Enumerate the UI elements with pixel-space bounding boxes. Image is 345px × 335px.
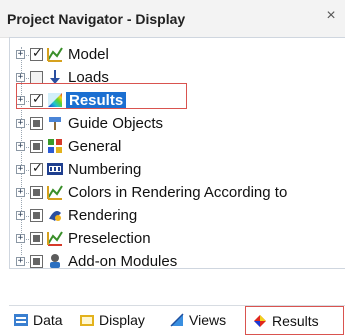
addon-modules-icon	[50, 254, 60, 268]
tree-item-colors-in-rendering[interactable]: + Colors in Rendering According to	[10, 183, 330, 205]
tab-data[interactable]: Data	[13, 310, 75, 332]
general-checkbox[interactable]	[30, 140, 43, 153]
tree-item-preselection[interactable]: + Preselection	[10, 229, 330, 251]
tab-label: Results	[272, 313, 319, 329]
preselection-checkbox[interactable]	[30, 232, 43, 245]
guide-objects-icon	[49, 117, 61, 130]
expand-icon[interactable]: +	[16, 234, 25, 243]
expand-icon[interactable]: +	[16, 142, 25, 151]
display-icon	[80, 315, 94, 326]
tab-label: Data	[33, 312, 63, 328]
tab-results[interactable]: Results	[245, 306, 344, 335]
tab-display[interactable]: Display	[79, 310, 159, 332]
data-icon	[14, 314, 28, 326]
expand-icon[interactable]: +	[16, 119, 25, 128]
preselection-icon	[47, 231, 63, 246]
close-icon[interactable]: ×	[323, 8, 339, 24]
tab-label: Views	[189, 312, 227, 328]
display-tree: + Model + Loads +	[9, 37, 345, 270]
general-icon	[48, 139, 62, 153]
tree-item-label: Guide Objects	[68, 115, 164, 132]
results-highlight-frame	[16, 83, 187, 109]
model-icon	[47, 47, 63, 62]
expand-icon[interactable]: +	[16, 165, 25, 174]
tree-item-label: Numbering	[68, 161, 142, 178]
expand-icon[interactable]: +	[16, 257, 25, 266]
panel-title: Project Navigator - Display	[7, 11, 186, 27]
tree-item-label: Colors in Rendering According to	[68, 184, 288, 201]
tab-label: Display	[99, 312, 145, 328]
colors-checkbox[interactable]	[30, 186, 43, 199]
expand-icon[interactable]: +	[16, 188, 25, 197]
colors-icon	[47, 185, 63, 200]
tree-item-numbering[interactable]: + Numbering	[10, 160, 330, 182]
expand-icon[interactable]: +	[16, 73, 25, 82]
tree-item-add-on-modules[interactable]: + Add-on Modules	[10, 252, 330, 274]
rendering-checkbox[interactable]	[30, 209, 43, 222]
rendering-icon	[49, 211, 61, 221]
tree-item-label: Add-on Modules	[68, 253, 178, 270]
project-navigator-panel: Project Navigator - Display × + Model +	[0, 0, 345, 335]
views-icon	[170, 313, 184, 327]
tree-item-label: Model	[68, 46, 109, 63]
results-tab-icon	[254, 315, 266, 327]
tab-views[interactable]: Views	[169, 310, 241, 332]
tree-item-model[interactable]: + Model	[10, 45, 330, 67]
tree-item-label: Rendering	[68, 207, 138, 224]
tree-item-general[interactable]: + General	[10, 137, 330, 159]
numbering-checkbox[interactable]	[30, 161, 43, 176]
panel-titlebar: Project Navigator - Display ×	[0, 0, 345, 38]
add-on-modules-checkbox[interactable]	[30, 255, 43, 268]
tree-item-rendering[interactable]: + Rendering	[10, 206, 330, 228]
tree-item-label: Preselection	[68, 230, 151, 247]
numbering-icon	[47, 163, 63, 175]
navigator-tab-bar: Data Display Views Results	[9, 305, 345, 335]
expand-icon[interactable]: +	[16, 211, 25, 220]
guide-objects-checkbox[interactable]	[30, 117, 43, 130]
expand-icon[interactable]: +	[16, 50, 25, 59]
tree-item-label: General	[68, 138, 122, 155]
tree-item-guide-objects[interactable]: + Guide Objects	[10, 114, 330, 136]
model-checkbox[interactable]	[30, 46, 43, 61]
